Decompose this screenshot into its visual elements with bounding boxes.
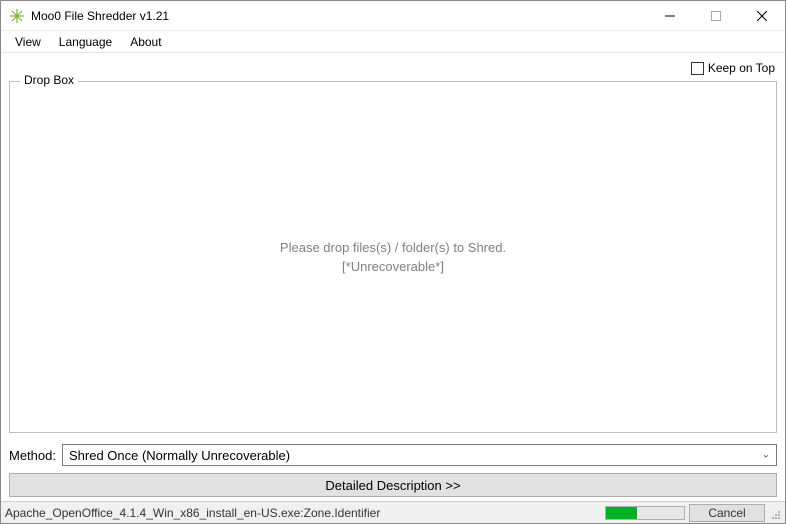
progress-fill [606,507,637,519]
menubar: View Language About [1,31,785,53]
keep-on-top-label: Keep on Top [708,61,775,75]
window-title: Moo0 File Shredder v1.21 [31,9,169,23]
drop-box-line1: Please drop files(s) / folder(s) to Shre… [280,238,506,258]
keep-on-top-checkbox[interactable] [691,62,704,75]
method-selected-value: Shred Once (Normally Unrecoverable) [69,448,290,463]
drop-box[interactable]: Drop Box Please drop files(s) / folder(s… [9,81,777,433]
statusbar: Apache_OpenOffice_4.1.4_Win_x86_install_… [1,501,785,523]
cancel-label: Cancel [708,506,745,520]
progress-bar [605,506,685,520]
method-label: Method: [9,448,56,463]
close-button[interactable] [739,1,785,31]
drop-box-hint: Please drop files(s) / folder(s) to Shre… [280,238,506,277]
content-area: Keep on Top Drop Box Please drop files(s… [1,53,785,501]
detailed-description-button[interactable]: Detailed Description >> [9,473,777,497]
menu-view[interactable]: View [7,33,49,51]
resize-grip-icon[interactable] [767,506,781,520]
status-text: Apache_OpenOffice_4.1.4_Win_x86_install_… [5,506,605,520]
menu-about[interactable]: About [122,33,169,51]
menu-language[interactable]: Language [51,33,120,51]
detailed-description-label: Detailed Description >> [325,478,460,493]
method-select[interactable]: Shred Once (Normally Unrecoverable) ⌄ [62,444,777,466]
app-icon [9,8,25,24]
cancel-button[interactable]: Cancel [689,504,765,522]
keep-on-top-row: Keep on Top [9,57,777,79]
chevron-down-icon: ⌄ [762,450,770,461]
drop-box-line2: [*Unrecoverable*] [280,257,506,277]
titlebar: Moo0 File Shredder v1.21 [1,1,785,31]
drop-box-title: Drop Box [20,73,78,87]
maximize-button[interactable] [693,1,739,31]
method-row: Method: Shred Once (Normally Unrecoverab… [9,443,777,467]
minimize-button[interactable] [647,1,693,31]
